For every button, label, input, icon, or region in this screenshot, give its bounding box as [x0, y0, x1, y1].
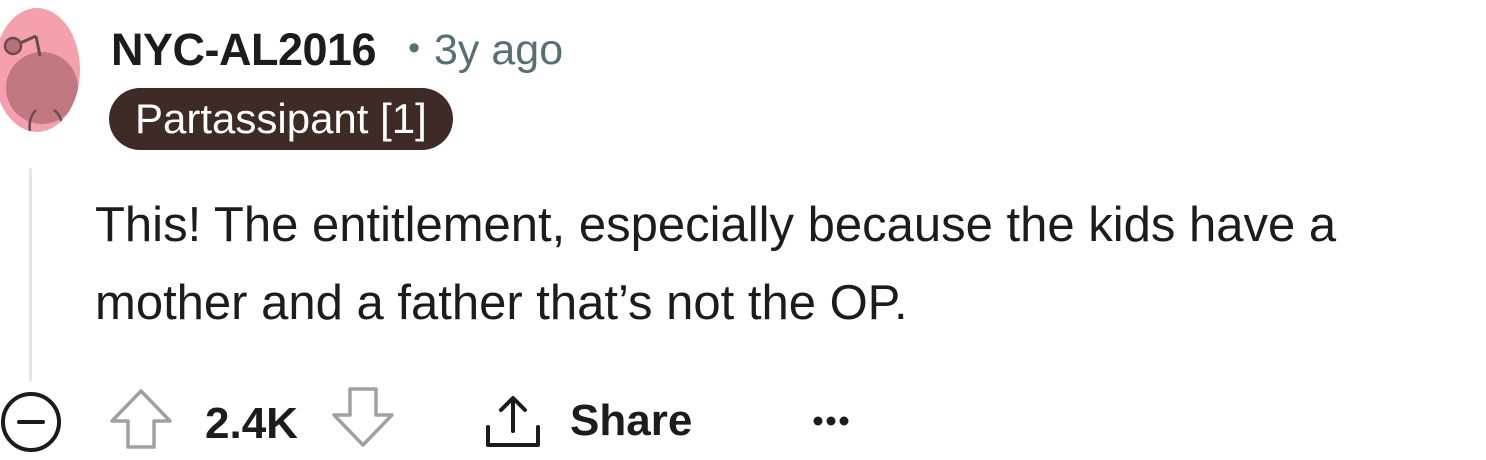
ellipsis-icon	[813, 416, 849, 426]
share-upload-icon	[486, 396, 540, 447]
snoo-avatar-icon	[3, 34, 78, 132]
arrow-down-outline-icon	[332, 387, 394, 447]
upvote-button[interactable]	[108, 387, 174, 449]
comment-header: NYC-AL2016 • 3y ago	[111, 22, 563, 78]
vote-score: 2.4K	[205, 399, 298, 448]
arrow-up-outline-icon	[110, 389, 172, 449]
thread-line[interactable]	[29, 168, 32, 382]
downvote-button[interactable]	[330, 387, 396, 449]
share-button[interactable]: Share	[482, 391, 692, 451]
user-flair-badge: Partassipant [1]	[109, 88, 453, 150]
author-username[interactable]: NYC-AL2016	[111, 24, 377, 76]
avatar[interactable]	[0, 8, 80, 132]
more-options-button[interactable]	[804, 401, 860, 441]
meta-separator: •	[408, 28, 420, 67]
share-label: Share	[570, 396, 693, 445]
minus-circle-icon	[1, 392, 61, 452]
comment-action-bar: 2.4K Share	[0, 385, 1000, 452]
comment-body-line: mother and a father that’s not the OP.	[95, 276, 908, 330]
comment-body: This! The entitlement, especially becaus…	[95, 186, 1480, 342]
comment-timestamp[interactable]: 3y ago	[434, 26, 563, 75]
collapse-thread-button[interactable]	[0, 391, 64, 455]
comment-body-line: This! The entitlement, especially becaus…	[95, 198, 1337, 252]
